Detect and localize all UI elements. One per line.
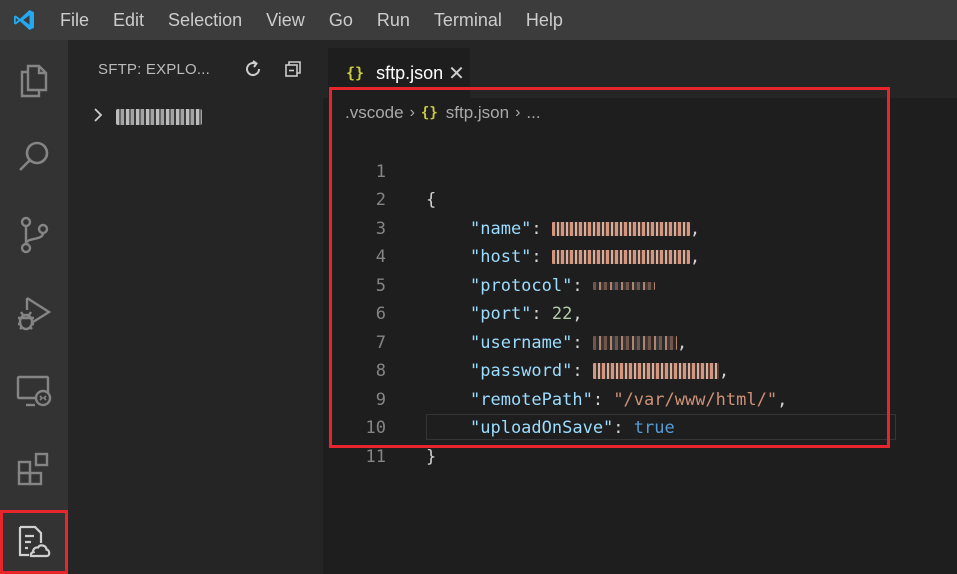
- activity-bar: [0, 40, 68, 574]
- menu-help[interactable]: Help: [514, 0, 575, 40]
- editor-tab-bar: {} sftp.json ✕: [323, 40, 957, 98]
- source-control-icon: [20, 216, 49, 254]
- code-line: 4 "protocol":: [323, 215, 957, 296]
- current-line-highlight: [426, 414, 896, 440]
- activity-sftp[interactable]: [0, 510, 68, 574]
- close-brace: }: [426, 446, 437, 467]
- code-line: 5 "port": 22,: [323, 243, 957, 325]
- code-line: 7 "password": ,: [323, 300, 957, 382]
- sftp-icon: [18, 525, 51, 558]
- code-line: 9 "uploadOnSave": true: [323, 357, 957, 439]
- extensions-icon: [17, 452, 49, 486]
- json-icon: {}: [420, 105, 438, 121]
- breadcrumb-symbol[interactable]: ...: [526, 103, 540, 123]
- activity-source-control[interactable]: [0, 196, 68, 274]
- code-line: 2 "name": ,: [323, 158, 957, 239]
- menu-go[interactable]: Go: [317, 0, 365, 40]
- collapse-all-button[interactable]: [273, 49, 313, 89]
- run-debug-icon: [18, 296, 52, 331]
- breadcrumb-file[interactable]: sftp.json: [446, 103, 509, 123]
- breadcrumb-folder[interactable]: .vscode: [345, 103, 404, 123]
- chevron-right-icon: ›: [515, 104, 521, 121]
- activity-run-debug[interactable]: [0, 274, 68, 352]
- sidebar-title: SFTP: EXPLO...: [98, 60, 210, 78]
- code-line: 10 }: [323, 386, 957, 467]
- collapse-all-icon: [285, 61, 301, 77]
- activity-remote-explorer[interactable]: [0, 352, 68, 430]
- menu-bar: File Edit Selection View Go Run Terminal…: [48, 0, 575, 40]
- close-icon[interactable]: ✕: [443, 61, 470, 86]
- breadcrumb: .vscode › {} sftp.json › ...: [345, 100, 541, 126]
- tab-label: sftp.json: [376, 62, 444, 83]
- tab-sftp-json[interactable]: {} sftp.json ✕: [328, 48, 470, 98]
- chevron-right-icon: [92, 107, 108, 128]
- activity-search[interactable]: [0, 118, 68, 196]
- activity-extensions[interactable]: [0, 430, 68, 508]
- menu-selection[interactable]: Selection: [156, 0, 254, 40]
- code-line: 1 {: [323, 129, 957, 211]
- explorer-icon: [20, 64, 48, 98]
- menu-view[interactable]: View: [254, 0, 317, 40]
- sidebar-header: SFTP: EXPLO...: [68, 40, 323, 98]
- line-number: 11: [365, 446, 386, 467]
- refresh-button[interactable]: [233, 49, 273, 89]
- search-icon: [19, 141, 49, 171]
- code-area[interactable]: 1 { 2 "name": , 3 "host": , 4 "protocol"…: [323, 129, 957, 467]
- editor[interactable]: .vscode › {} sftp.json › ... 1 { 2 "name…: [323, 87, 957, 574]
- code-line: 3 "host": ,: [323, 186, 957, 268]
- code-line: 8 "remotePath": "/var/www/html/",: [323, 329, 957, 410]
- code-line-current: 11: [323, 414, 957, 467]
- title-bar: File Edit Selection View Go Run Terminal…: [0, 0, 957, 40]
- chevron-right-icon: ›: [409, 104, 415, 121]
- vscode-logo-icon: [0, 0, 48, 40]
- menu-run[interactable]: Run: [365, 0, 422, 40]
- activity-explorer[interactable]: [0, 40, 68, 118]
- json-icon: {}: [346, 64, 365, 82]
- menu-edit[interactable]: Edit: [101, 0, 156, 40]
- code-line: 6 "username": ,: [323, 272, 957, 353]
- menu-terminal[interactable]: Terminal: [422, 0, 514, 40]
- remote-explorer-icon: [16, 375, 52, 407]
- tree-item-label: [116, 109, 202, 125]
- refresh-icon: [246, 60, 261, 77]
- sftp-explorer-panel: SFTP: EXPLO...: [68, 40, 323, 574]
- menu-file[interactable]: File: [48, 0, 101, 40]
- tree-item-host[interactable]: [68, 102, 323, 132]
